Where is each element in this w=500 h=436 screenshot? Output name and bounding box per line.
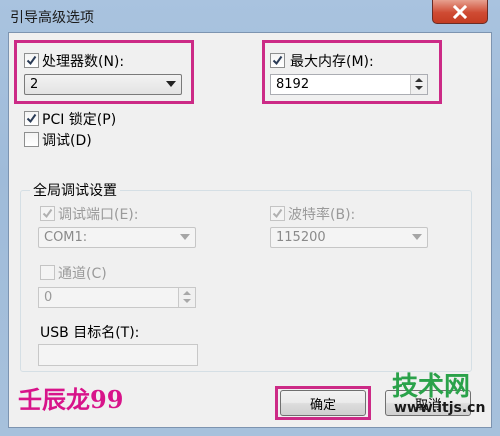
debug-port-select[interactable]: COM1: xyxy=(38,227,196,248)
channel-stepper[interactable]: 0 xyxy=(38,287,196,308)
debug-label: 调试(D) xyxy=(42,133,92,149)
watermark-left: 壬辰龙99 xyxy=(18,385,124,414)
pci-lock-label: PCI 锁定(P) xyxy=(42,112,117,128)
baud-rate-value: 115200 xyxy=(276,230,326,245)
channel-value: 0 xyxy=(44,290,53,305)
chevron-down-icon xyxy=(180,234,190,240)
baud-rate-select[interactable]: 115200 xyxy=(270,227,428,248)
usb-target-label: USB 目标名(T): xyxy=(40,325,140,341)
highlight-processors xyxy=(14,40,194,104)
channel-spin-buttons[interactable] xyxy=(178,288,195,307)
title-bar: 引导高级选项 xyxy=(0,0,500,32)
usb-target-input[interactable] xyxy=(38,344,198,366)
spin-down-icon[interactable] xyxy=(183,299,191,303)
checkmark-icon xyxy=(42,208,53,219)
baud-rate-label: 波特率(B): xyxy=(288,207,356,223)
baud-rate-checkbox[interactable] xyxy=(270,206,285,221)
debug-port-label: 调试端口(E): xyxy=(58,207,139,223)
pci-lock-checkbox[interactable] xyxy=(24,111,39,126)
window-title: 引导高级选项 xyxy=(10,10,94,26)
chevron-down-icon xyxy=(412,234,422,240)
close-button[interactable] xyxy=(432,0,488,24)
global-debug-title: 全局调试设置 xyxy=(30,180,120,200)
debug-port-checkbox[interactable] xyxy=(40,206,55,221)
channel-label: 通道(C) xyxy=(58,266,107,282)
spin-up-icon[interactable] xyxy=(183,291,191,295)
watermark-url: www.itjs.cn xyxy=(394,400,486,416)
debug-checkbox[interactable] xyxy=(24,132,39,147)
channel-checkbox[interactable] xyxy=(40,265,55,280)
checkmark-icon xyxy=(272,208,283,219)
checkmark-icon xyxy=(26,113,37,124)
highlight-memory xyxy=(262,40,442,104)
close-icon xyxy=(452,4,468,19)
watermark-logo: 技术网 xyxy=(392,372,471,402)
debug-port-value: COM1: xyxy=(44,230,88,245)
highlight-ok xyxy=(275,386,371,420)
